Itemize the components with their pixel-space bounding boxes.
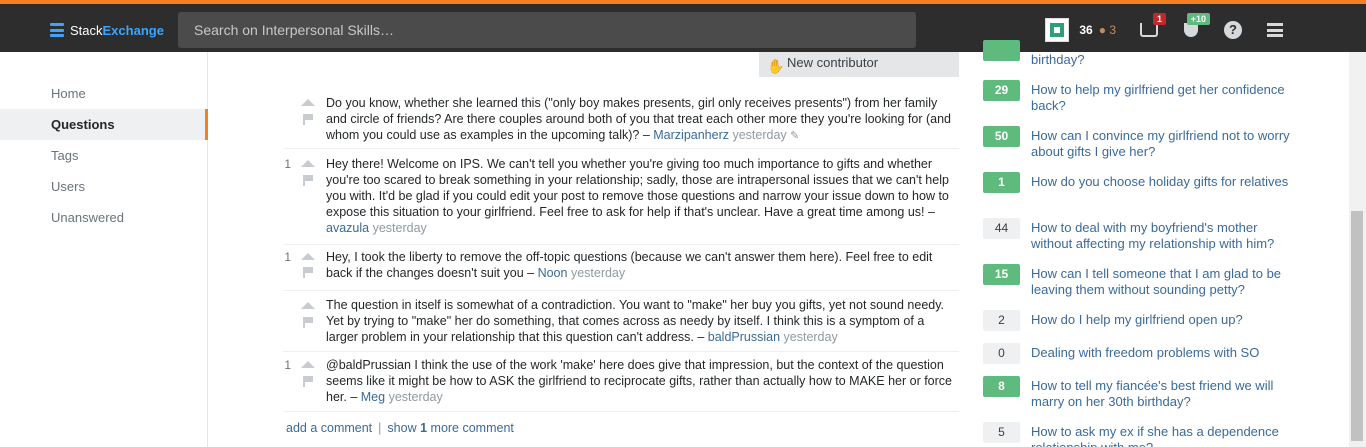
- related-score[interactable]: 15: [983, 264, 1020, 285]
- related-score[interactable]: 50: [983, 126, 1020, 147]
- comment-text: Do you know, whether she learned this ("…: [326, 96, 951, 142]
- related-score[interactable]: 44: [983, 218, 1020, 239]
- comment-user-link[interactable]: Meg: [361, 390, 385, 404]
- separator: |: [378, 421, 382, 435]
- add-comment-link[interactable]: add a comment: [286, 421, 372, 435]
- inbox-counter: 1: [1152, 13, 1166, 25]
- help-icon: ?: [1224, 21, 1242, 39]
- inbox-button[interactable]: 1: [1138, 13, 1166, 41]
- related-score[interactable]: 1: [983, 172, 1020, 193]
- user-toolbar: 36 ● 3 1 +10 ?: [1045, 13, 1306, 44]
- related-title-link[interactable]: How to ask my ex if she has a dependence…: [1031, 424, 1291, 447]
- comment-body: Hey, I took the liberty to remove the of…: [326, 249, 956, 281]
- upvote-icon[interactable]: [301, 361, 315, 368]
- related-score[interactable]: 5: [983, 422, 1020, 443]
- upvote-icon[interactable]: [301, 302, 315, 309]
- comment: The question in itself is somewhat of a …: [283, 291, 959, 352]
- comment-date[interactable]: yesterday: [732, 128, 786, 142]
- logo-text: StackExchange: [70, 23, 164, 38]
- comment: 1 @baldPrussian I think the use of the w…: [283, 352, 959, 412]
- comment-body: The question in itself is somewhat of a …: [326, 297, 956, 345]
- comment-date[interactable]: yesterday: [571, 266, 625, 280]
- upvote-icon[interactable]: [301, 99, 315, 106]
- help-button[interactable]: ?: [1222, 19, 1244, 41]
- inbox-icon: [1140, 23, 1158, 37]
- related-title-link[interactable]: How to help my girlfriend get her confid…: [1031, 82, 1291, 114]
- flag-icon[interactable]: [303, 267, 313, 278]
- flag-icon[interactable]: [303, 175, 313, 186]
- nav-unanswered[interactable]: Unanswered: [0, 202, 208, 233]
- achievements-counter: +10: [1186, 13, 1210, 25]
- comment-user-link[interactable]: avazula: [326, 221, 369, 235]
- related-score[interactable]: 2: [983, 310, 1020, 331]
- related-title-link[interactable]: How do I help my girlfriend open up?: [1031, 312, 1291, 328]
- logo-suffix: Exchange: [102, 22, 164, 38]
- comment: 1 Hey there! Welcome on IPS. We can't te…: [283, 149, 959, 245]
- comment-user-link[interactable]: baldPrussian: [708, 330, 780, 344]
- comment-body: Do you know, whether she learned this ("…: [326, 95, 956, 144]
- show-suffix: more comment: [430, 421, 514, 435]
- related-score[interactable]: 8: [983, 376, 1020, 397]
- more-comment-count: 1: [420, 421, 428, 435]
- comment-text: The question in itself is somewhat of a …: [326, 298, 945, 344]
- nav-users[interactable]: Users: [0, 171, 208, 202]
- page-scrollbar[interactable]: [1349, 52, 1366, 447]
- upvote-icon[interactable]: [301, 253, 315, 260]
- nav-questions[interactable]: Questions: [0, 109, 208, 140]
- related-title-link[interactable]: Dealing with freedom problems with SO: [1031, 345, 1291, 361]
- edit-pencil-icon[interactable]: ✎: [790, 130, 799, 142]
- related-title-link[interactable]: How to tell my fiancée's best friend we …: [1031, 378, 1291, 410]
- left-sidebar: Home Questions Tags Users Unanswered: [0, 52, 208, 447]
- comment-date[interactable]: yesterday: [784, 330, 838, 344]
- reputation-count[interactable]: 36: [1079, 23, 1092, 37]
- related-title-link[interactable]: How can I convince my girlfriend not to …: [1031, 128, 1291, 160]
- show-prefix: show: [387, 421, 417, 435]
- comment-date[interactable]: yesterday: [389, 390, 443, 404]
- comment-body: Hey there! Welcome on IPS. We can't tell…: [326, 156, 956, 236]
- related-score[interactable]: 0: [983, 343, 1020, 364]
- trophy-icon: [1184, 23, 1198, 37]
- related-title-link[interactable]: birthday?: [1031, 52, 1291, 68]
- logo-prefix: Stack: [70, 22, 103, 38]
- new-contributor-label: New contributor: [787, 55, 879, 70]
- bronze-badge-count[interactable]: ● 3: [1099, 23, 1116, 37]
- related-score[interactable]: 29: [983, 80, 1020, 101]
- comment: Do you know, whether she learned this ("…: [283, 88, 959, 149]
- new-contributor-badge[interactable]: ✋ New contributor: [759, 52, 959, 77]
- flag-icon[interactable]: [303, 114, 313, 125]
- search-input[interactable]: Search on Interpersonal Skills…: [178, 12, 916, 48]
- nav-home[interactable]: Home: [0, 78, 208, 109]
- upvote-icon[interactable]: [301, 160, 315, 167]
- related-score[interactable]: [983, 40, 1020, 61]
- comment-actions: add a comment | show 1 more comment: [286, 421, 514, 435]
- comment: 1 Hey, I took the liberty to remove the …: [283, 245, 959, 291]
- comment-score: 1: [284, 250, 291, 264]
- comment-user-link[interactable]: Marzipanherz: [653, 128, 729, 142]
- flag-icon[interactable]: [303, 317, 313, 328]
- achievements-button[interactable]: +10: [1180, 13, 1210, 41]
- comment-body: @baldPrussian I think the use of the wor…: [326, 357, 956, 405]
- scrollbar-thumb[interactable]: [1351, 211, 1363, 441]
- comment-score: 1: [284, 358, 291, 372]
- comment-date[interactable]: yesterday: [373, 221, 427, 235]
- related-title-link[interactable]: How can I tell someone that I am glad to…: [1031, 266, 1291, 298]
- comment-user-link[interactable]: Noon: [538, 266, 568, 280]
- user-avatar[interactable]: [1045, 18, 1070, 42]
- flag-icon[interactable]: [303, 376, 313, 387]
- top-bar: StackExchange Search on Interpersonal Sk…: [0, 0, 1366, 52]
- stackexchange-logo[interactable]: StackExchange: [50, 20, 164, 40]
- comment-text: Hey there! Welcome on IPS. We can't tell…: [326, 157, 949, 219]
- stackexchange-logo-icon: [50, 23, 64, 37]
- wave-hand-icon: ✋: [767, 58, 785, 74]
- comment-score: 1: [284, 157, 291, 171]
- site-switcher-button[interactable]: [1264, 19, 1286, 41]
- nav-tags[interactable]: Tags: [0, 140, 208, 171]
- related-title-link[interactable]: How do you choose holiday gifts for rela…: [1031, 174, 1291, 190]
- comment-text: Hey, I took the liberty to remove the of…: [326, 250, 933, 280]
- related-title-link[interactable]: How to deal with my boyfriend's mother w…: [1031, 220, 1291, 252]
- show-more-comments-link[interactable]: show 1 more comment: [387, 421, 513, 435]
- site-switcher-icon: [1267, 23, 1283, 37]
